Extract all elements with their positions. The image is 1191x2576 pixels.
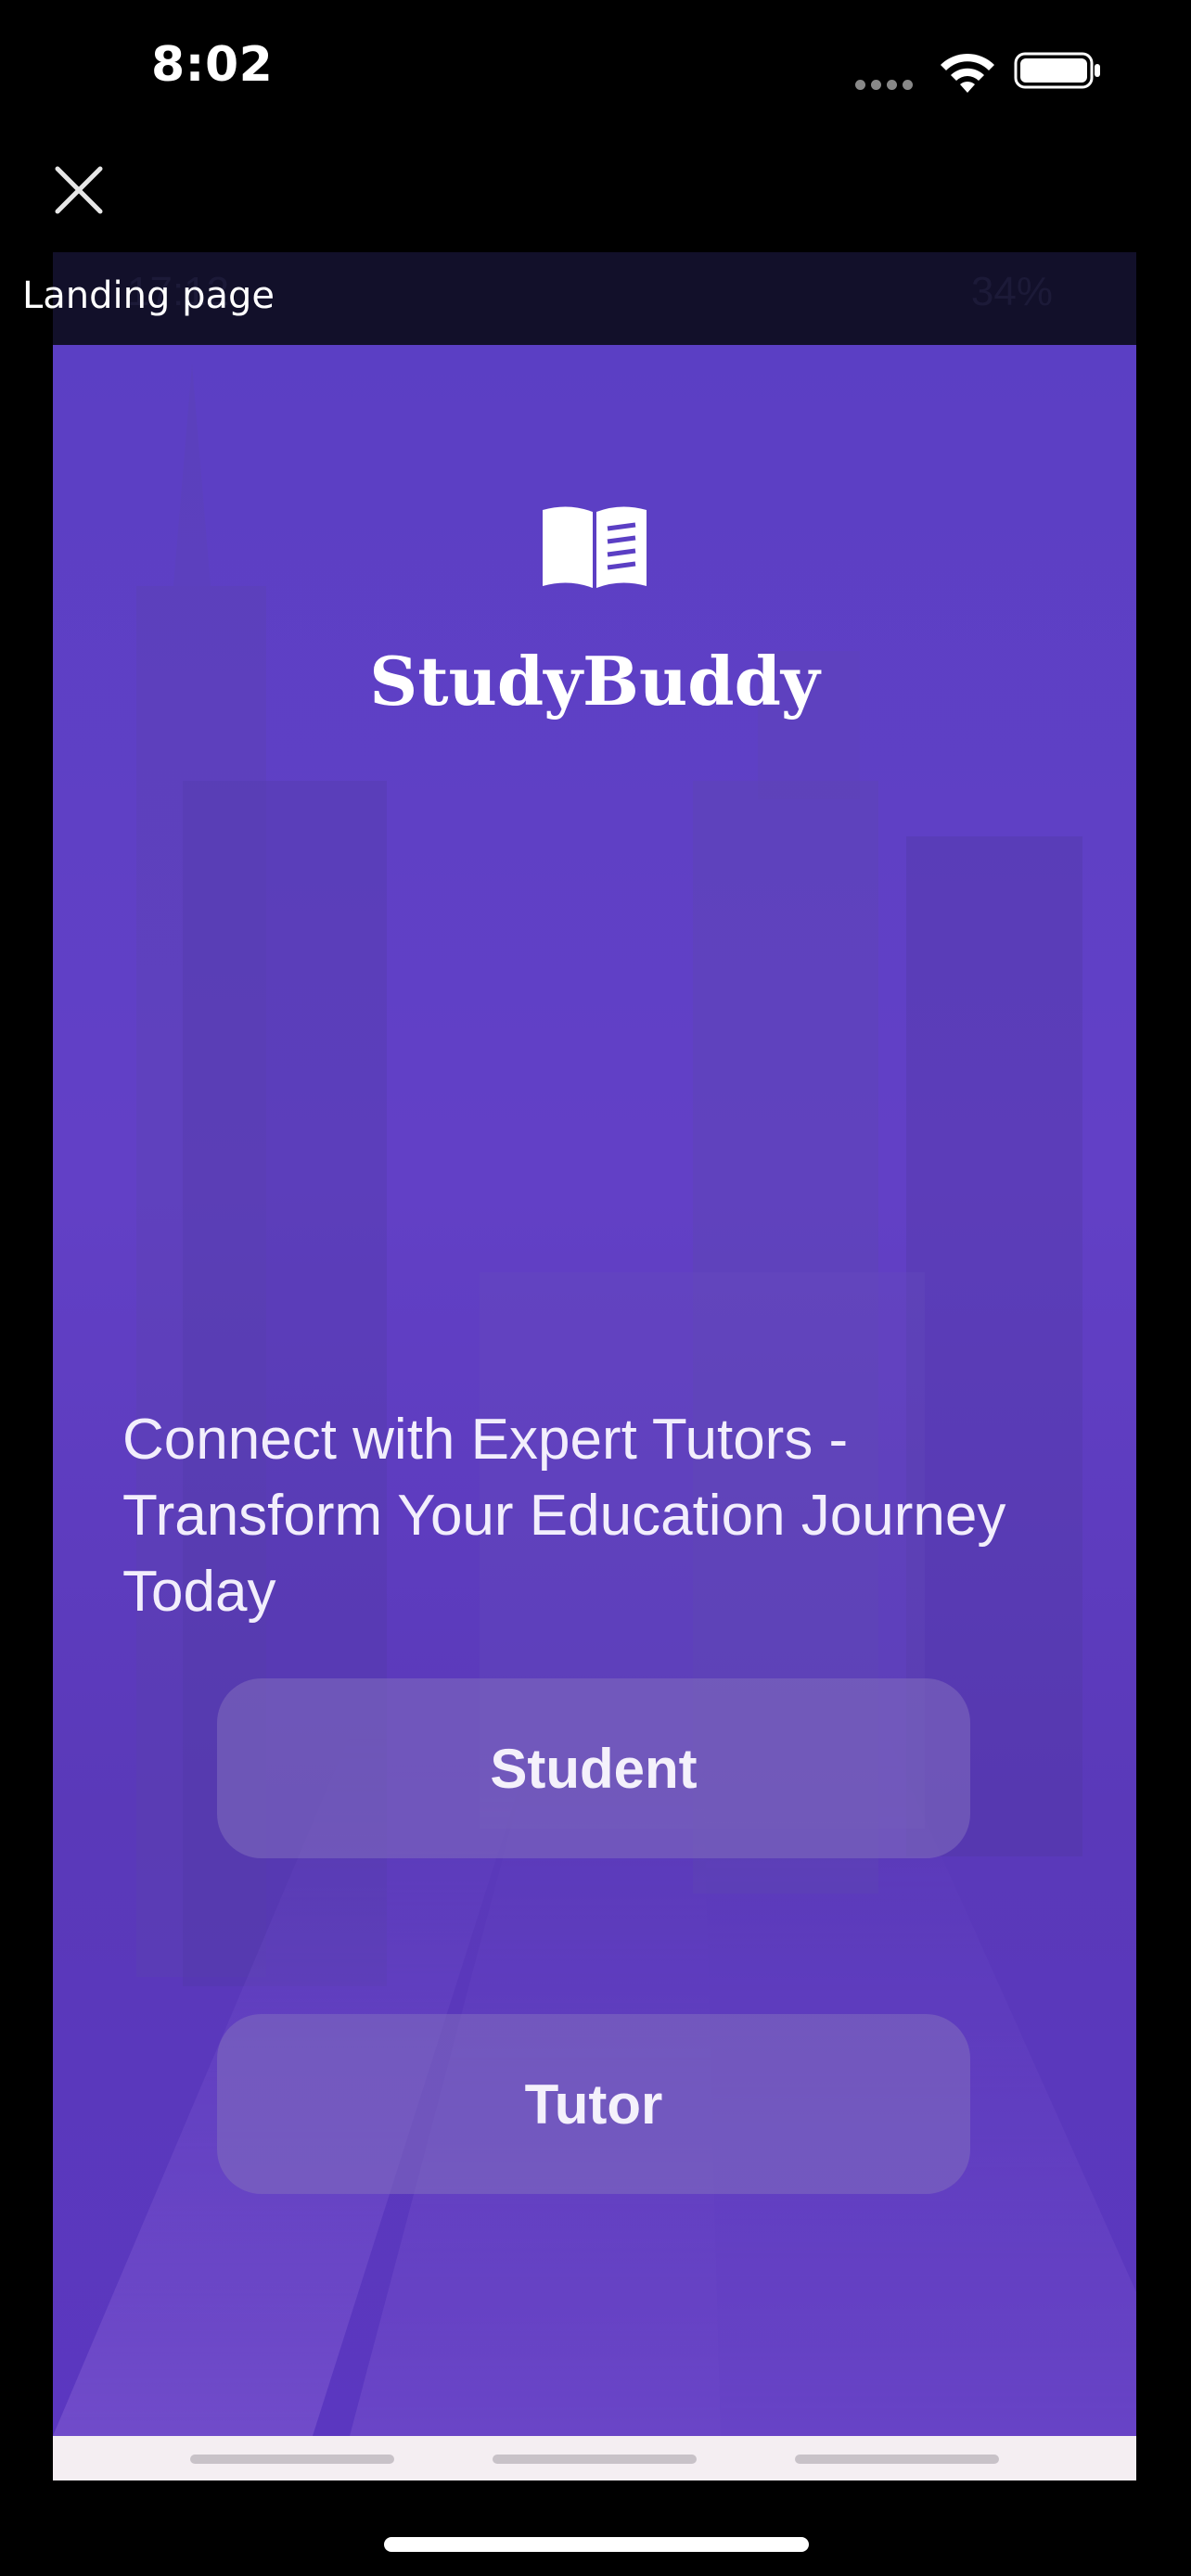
battery-icon [1014, 52, 1100, 89]
android-nav-bar [53, 2436, 1136, 2480]
home-indicator[interactable] [384, 2537, 809, 2552]
nav-pill-center [493, 2455, 697, 2464]
screen: 8:02 Landing page 17:12 34% StudyBuddy C… [0, 0, 1191, 2576]
android-battery-text: 34% [970, 269, 1053, 314]
tagline: Connect with Expert Tutors - Transform Y… [122, 1408, 1006, 1624]
open-book-icon [543, 506, 647, 588]
student-button[interactable]: Student [217, 1678, 970, 1858]
status-time: 8:02 [151, 37, 274, 93]
cellular-dots-icon [855, 78, 920, 90]
page-label: Landing page [22, 274, 275, 317]
nav-pill-right [795, 2455, 999, 2464]
tutor-button[interactable]: Tutor [217, 2014, 970, 2194]
close-icon[interactable] [52, 163, 106, 217]
app-preview: 17:12 34% StudyBuddy Connect with Expert… [53, 252, 1136, 2480]
app-brand-name: StudyBuddy [369, 642, 820, 721]
wifi-icon [941, 53, 994, 93]
hero-background: StudyBuddy Connect with Expert Tutors - … [53, 345, 1136, 2436]
nav-pill-left [190, 2455, 394, 2464]
